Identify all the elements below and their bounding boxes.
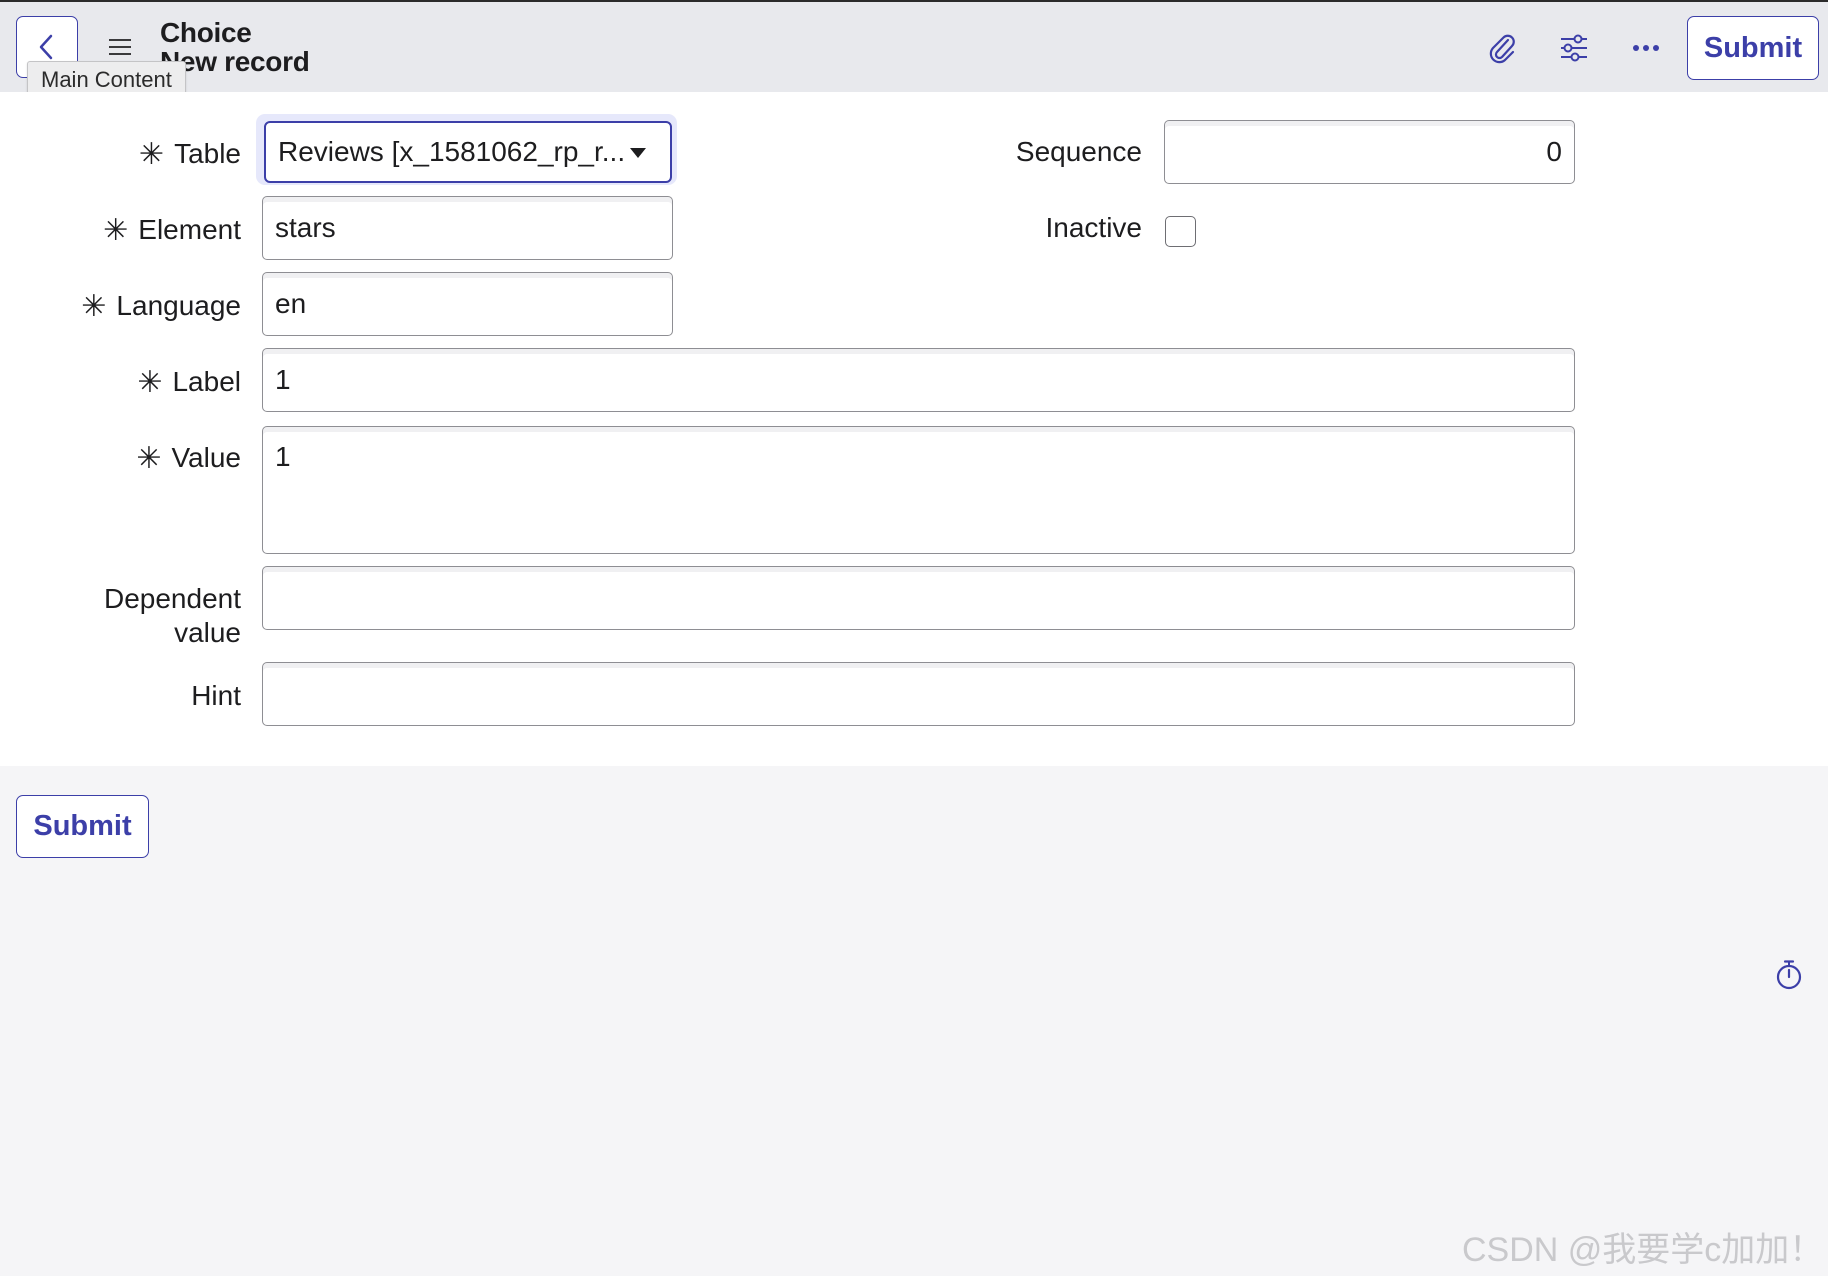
inactive-checkbox[interactable] <box>1165 216 1196 247</box>
element-label: ✳ Element <box>103 214 241 247</box>
hint-input[interactable] <box>262 662 1575 726</box>
dependent-value-input[interactable] <box>262 566 1575 630</box>
page-title: Choice <box>160 17 252 48</box>
value-textarea[interactable]: 1 <box>262 426 1575 554</box>
inactive-label: Inactive <box>1045 212 1143 243</box>
element-input[interactable]: stars <box>262 196 673 260</box>
required-marker: ✳ <box>137 366 163 399</box>
paperclip-icon[interactable] <box>1484 30 1520 66</box>
required-marker: ✳ <box>136 442 162 475</box>
submit-button-bottom[interactable]: Submit <box>16 795 149 858</box>
table-label: ✳ Table <box>138 138 241 171</box>
watermark: CSDN @我要学c加加！ <box>1462 1231 1824 1269</box>
stopwatch-icon[interactable] <box>1774 959 1804 991</box>
submit-button-top[interactable]: Submit <box>1687 16 1819 80</box>
table-select[interactable]: Reviews [x_1581062_rp_r... <box>264 121 672 183</box>
sequence-input[interactable]: 0 <box>1164 120 1575 184</box>
sliders-icon[interactable] <box>1556 30 1592 66</box>
value-value: 1 <box>275 441 291 472</box>
form-header: Choice New record Submit <box>0 0 1828 92</box>
language-input[interactable]: en <box>262 272 673 336</box>
table-select-value: Reviews [x_1581062_rp_r... <box>278 136 626 167</box>
language-label: ✳ Language <box>81 290 241 323</box>
sequence-label: Sequence <box>1015 136 1142 167</box>
element-value: stars <box>275 212 336 243</box>
sequence-value: 0 <box>1546 136 1562 167</box>
label-value: 1 <box>275 364 291 395</box>
required-marker: ✳ <box>138 138 165 171</box>
language-value: en <box>275 288 307 319</box>
required-marker: ✳ <box>81 290 107 323</box>
more-horizontal-icon[interactable] <box>1628 30 1664 66</box>
label-input[interactable]: 1 <box>262 348 1575 412</box>
dependent-value-label: Dependent value <box>103 583 241 648</box>
hamburger-menu-icon[interactable] <box>106 36 134 58</box>
required-marker: ✳ <box>103 214 129 247</box>
caret-down-icon <box>630 148 646 158</box>
value-label: ✳ Value <box>136 442 241 475</box>
hint-label: Hint <box>191 680 241 711</box>
label-field-label: ✳ Label <box>137 366 241 399</box>
chevron-left-icon <box>39 34 53 60</box>
